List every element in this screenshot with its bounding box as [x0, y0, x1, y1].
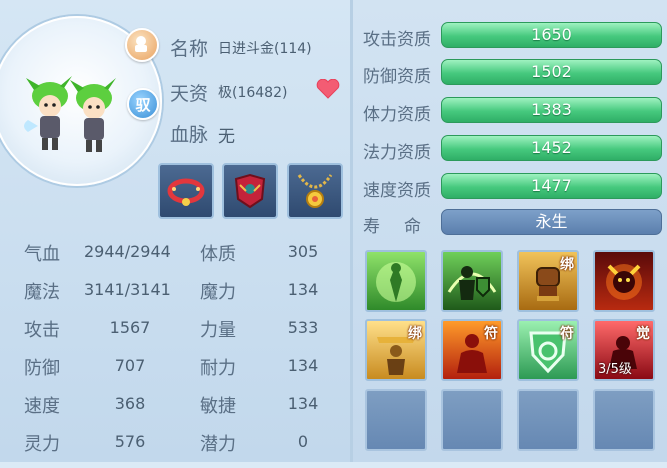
pet-aptitude-panel: 攻击资质 1650 防御资质 1502 体力资质 1383 法力资质 1452 … [353, 0, 667, 462]
skill-tag: 绑 [560, 257, 574, 273]
stat-label: 魔力 [200, 282, 236, 303]
aptitude-bar-magic: 1452 [441, 135, 662, 161]
stat-value: 2944/2944 [84, 242, 171, 261]
stat-label: 灵力 [24, 434, 60, 455]
green-aura-skill-icon [376, 262, 416, 302]
stat-value: 305 [287, 242, 319, 261]
stat-label: 力量 [200, 320, 236, 341]
talent-label: 天资 [170, 83, 209, 105]
red-collar-icon [167, 178, 205, 206]
stat-row-defense: 防御 707 耐力 134 [0, 354, 350, 392]
stat-value: 707 [114, 356, 146, 375]
aptitude-bar-stamina: 1383 [441, 97, 662, 123]
skill-tag: 符 [560, 326, 574, 342]
stat-label: 魔法 [24, 282, 60, 303]
aptitude-label-magic: 法力资质 [363, 143, 431, 163]
bloodline-label: 血脉 [170, 124, 209, 146]
stat-value: 1567 [109, 318, 151, 337]
aptitude-label-stamina: 体力资质 [363, 105, 431, 125]
stat-value: 134 [287, 394, 319, 413]
bloodline-value: 无 [218, 127, 235, 147]
equipment-slot-collar[interactable] [158, 163, 214, 219]
stat-value: 533 [287, 318, 319, 337]
stat-row-mp: 魔法 3141/3141 魔力 134 [0, 278, 350, 316]
lock-face-icon[interactable] [125, 28, 159, 62]
equipment-slot-armor[interactable] [222, 163, 278, 219]
skill-slot-7[interactable]: 符 [517, 319, 579, 381]
stat-value: 134 [287, 280, 319, 299]
tame-badge[interactable]: 驭 [127, 88, 159, 120]
aptitude-bar-speed: 1477 [441, 173, 662, 199]
skill-slot-empty[interactable] [517, 389, 579, 451]
skill-slot-4[interactable] [593, 250, 655, 312]
stat-label: 气血 [24, 244, 60, 265]
aptitude-label-speed: 速度资质 [363, 181, 431, 201]
aptitude-label-attack: 攻击资质 [363, 30, 431, 50]
skill-slot-3[interactable]: 绑 [517, 250, 579, 312]
skill-tag: 觉 [636, 326, 650, 342]
name-value: 日进斗金(114) [218, 41, 312, 57]
skill-slot-empty[interactable] [593, 389, 655, 451]
stat-label: 速度 [24, 396, 60, 417]
stat-row-hp: 气血 2944/2944 体质 305 [0, 240, 350, 278]
pet-sprite [24, 76, 116, 152]
skill-slot-5[interactable]: 绑 [365, 319, 427, 381]
gold-amulet-icon [297, 174, 333, 208]
talent-value: 极(16482) [218, 85, 288, 101]
shield-warrior-skill-icon [447, 266, 497, 300]
stat-label: 耐力 [200, 358, 236, 379]
equipment-slot-amulet[interactable] [287, 163, 343, 219]
heart-icon[interactable] [316, 79, 340, 99]
stat-row-speed: 速度 368 敏捷 134 [0, 392, 350, 430]
stat-label: 防御 [24, 358, 60, 379]
demon-skill-icon [606, 264, 642, 300]
stat-row-spirit: 灵力 576 潜力 0 [0, 430, 350, 468]
stat-label: 潜力 [200, 434, 236, 455]
pet-info-panel: 驭 名称 日进斗金(114) 天资 极(16482) 血脉 无 气血 2944/… [0, 0, 350, 462]
stat-label: 体质 [200, 244, 236, 265]
aptitude-label-defense: 防御资质 [363, 67, 431, 87]
stat-value: 576 [114, 432, 146, 451]
lifespan-label: 寿命 [363, 217, 445, 237]
skill-slot-8[interactable]: 觉 3/5级 [593, 319, 655, 381]
skill-slot-6[interactable]: 符 [441, 319, 503, 381]
skill-slot-1[interactable] [365, 250, 427, 312]
stat-label: 敏捷 [200, 396, 236, 417]
aptitude-bar-defense: 1502 [441, 59, 662, 85]
stat-value: 3141/3141 [84, 280, 171, 299]
skill-tag: 绑 [408, 326, 422, 342]
stat-value: 368 [114, 394, 146, 413]
stat-value: 134 [287, 356, 319, 375]
red-armor-icon [234, 173, 266, 209]
skill-tag: 符 [484, 326, 498, 342]
skill-slot-2[interactable] [441, 250, 503, 312]
name-label: 名称 [170, 38, 209, 60]
lifespan-bar: 永生 [441, 209, 662, 235]
stat-label: 攻击 [24, 320, 60, 341]
skill-level: 3/5级 [598, 362, 632, 377]
stat-value: 0 [297, 432, 309, 451]
aptitude-bar-attack: 1650 [441, 22, 662, 48]
pet-attributes-screen: 驭 名称 日进斗金(114) 天资 极(16482) 血脉 无 气血 2944/… [0, 0, 667, 462]
skill-slot-empty[interactable] [365, 389, 427, 451]
skill-slot-empty[interactable] [441, 389, 503, 451]
stat-row-attack: 攻击 1567 力量 533 [0, 316, 350, 354]
